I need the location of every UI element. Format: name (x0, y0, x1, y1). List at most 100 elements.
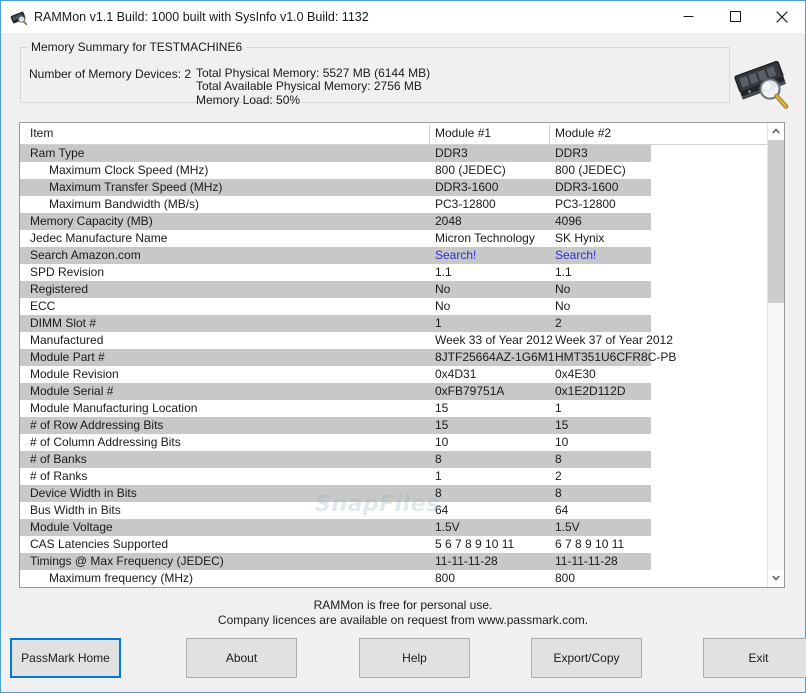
help-button[interactable]: Help (359, 638, 470, 678)
cell-item: Maximum frequency (MHz) (49, 571, 194, 585)
table-row[interactable]: Timings @ Max Frequency (JEDEC) 11-11-11-… (20, 553, 768, 570)
cell-module-1: 1 (435, 469, 442, 483)
table-row[interactable]: Ram Type DDR3 DDR3 (20, 145, 768, 162)
table-row[interactable]: Maximum frequency (MHz) 800 800 (20, 570, 768, 587)
table-row[interactable]: Maximum Bandwidth (MB/s) PC3-12800 PC3-128… (20, 196, 768, 213)
cell-module-1: 15 (435, 401, 449, 415)
cell-module-2: 15 (555, 418, 569, 432)
table-row[interactable]: # of Row Addressing Bits 15 15 (20, 417, 768, 434)
cell-item: SPD Revision (30, 265, 105, 279)
table-row[interactable]: Maximum Clock Speed (MHz) 800 (JEDEC) 800 … (20, 162, 768, 179)
cell-item: Bus Width in Bits (30, 503, 121, 517)
ram-module-magnifier-icon (731, 53, 795, 111)
cell-item: Jedec Manufacture Name (30, 231, 168, 245)
cell-module-1: DDR3 (435, 146, 468, 160)
cell-module-2-search-link[interactable]: Search! (555, 247, 596, 264)
total-physical-memory: Total Physical Memory: 5527 MB (6144 MB) (196, 66, 431, 80)
scrollbar-track[interactable] (768, 140, 784, 570)
exit-button[interactable]: Exit (703, 638, 806, 678)
cell-item: Ram Type (30, 146, 85, 160)
table-header-row: Item Module #1 Module #2 (20, 123, 768, 145)
minimize-button[interactable] (665, 1, 711, 32)
cell-item: CAS Latencies Supported (30, 537, 169, 551)
passmark-home-button[interactable]: PassMark Home (10, 638, 121, 678)
footer-line-2: Company licences are available on reques… (217, 613, 589, 627)
memory-summary-legend: Memory Summary for TESTMACHINE6 (27, 40, 247, 54)
maximize-button[interactable] (712, 1, 758, 32)
cell-item: Module Manufacturing Location (30, 401, 198, 415)
table-row[interactable]: Module Revision 0x4D31 0x4E30 (20, 366, 768, 383)
cell-module-2: No (555, 282, 571, 296)
export-copy-button[interactable]: Export/Copy (531, 638, 642, 678)
header-separator (429, 125, 430, 144)
cell-module-2: 800 (JEDEC) (555, 163, 626, 177)
table-row[interactable]: Module Serial # 0xFB79751A 0x1E2D112D (20, 383, 768, 400)
header-separator (549, 125, 550, 144)
scroll-down-button[interactable] (768, 570, 784, 587)
close-icon (776, 10, 788, 23)
cell-module-2: 8 (555, 486, 562, 500)
cell-module-2: SK Hynix (555, 231, 605, 245)
about-button[interactable]: About (186, 638, 297, 678)
cell-item: Maximum Transfer Speed (MHz) (49, 180, 223, 194)
cell-module-1: 8JTF25664AZ-1G6M1 (435, 350, 555, 364)
table-row[interactable]: Module Voltage 1.5V 1.5V (20, 519, 768, 536)
table-row[interactable]: Module Part # 8JTF25664AZ-1G6M1 HMT351U6CF… (20, 349, 768, 366)
scrollbar-thumb[interactable] (768, 140, 784, 303)
cell-module-1: 2048 (435, 214, 462, 228)
cell-module-1: Week 33 of Year 2012 (435, 333, 553, 347)
cell-module-1: No (435, 282, 451, 296)
table-row[interactable]: Jedec Manufacture Name Micron Technology S… (20, 230, 768, 247)
cell-module-2: 1 (555, 401, 562, 415)
chevron-down-icon (772, 575, 780, 581)
maximize-icon (729, 11, 741, 22)
cell-item: # of Row Addressing Bits (30, 418, 164, 432)
cell-module-1: No (435, 299, 451, 313)
table-row[interactable]: SPD Revision 1.1 1.1 (20, 264, 768, 281)
table-row[interactable]: Device Width in Bits 8 8 (20, 485, 768, 502)
cell-module-1: 15 (435, 418, 449, 432)
cell-module-2: 11-11-11-28 (555, 554, 618, 568)
vertical-scrollbar[interactable] (767, 123, 784, 587)
cell-item: Module Serial # (30, 384, 114, 398)
table-row[interactable]: Manufactured Week 33 of Year 2012 Week 37 … (20, 332, 768, 349)
cell-item: DIMM Slot # (30, 316, 97, 330)
cell-module-2: 10 (555, 435, 569, 449)
table-row[interactable]: Memory Capacity (MB) 2048 4096 (20, 213, 768, 230)
cell-module-1: Micron Technology (435, 231, 535, 245)
table-row[interactable]: # of Column Addressing Bits 10 10 (20, 434, 768, 451)
table-row[interactable]: Search Amazon.com Search! Search! (20, 247, 768, 264)
cell-module-2: 2 (555, 316, 562, 330)
table-row[interactable]: Maximum Transfer Speed (MHz) DDR3-1600 DDR… (20, 179, 768, 196)
cell-item: Maximum Clock Speed (MHz) (49, 163, 209, 177)
scroll-up-button[interactable] (768, 123, 784, 140)
table-row[interactable]: Bus Width in Bits 64 64 (20, 502, 768, 519)
table-row[interactable]: Module Manufacturing Location 15 1 (20, 400, 768, 417)
table-row[interactable]: DIMM Slot # 1 2 (20, 315, 768, 332)
column-header-module-1[interactable]: Module #1 (435, 123, 491, 144)
table-row[interactable]: CAS Latencies Supported 5 6 7 8 9 10 11 6 … (20, 536, 768, 553)
column-header-module-2[interactable]: Module #2 (555, 123, 611, 144)
cell-module-2: 4096 (555, 214, 582, 228)
cell-item: # of Banks (30, 452, 87, 466)
table-row[interactable]: # of Banks 8 8 (20, 451, 768, 468)
memory-device-count: Number of Memory Devices: 2 (29, 67, 192, 81)
cell-module-2: Week 37 of Year 2012 (555, 333, 673, 347)
cell-item: ECC (30, 299, 56, 313)
cell-module-1: PC3-12800 (435, 197, 496, 211)
cell-module-1: 64 (435, 503, 449, 517)
column-header-item[interactable]: Item (30, 123, 53, 144)
cell-module-2: 1.1 (555, 265, 572, 279)
footer-notice: RAMMon is free for personal use. Company… (1, 598, 805, 628)
table-row[interactable]: ECC No No (20, 298, 768, 315)
cell-module-1-search-link[interactable]: Search! (435, 247, 476, 264)
cell-module-2: 64 (555, 503, 569, 517)
cell-module-2: 0x4E30 (555, 367, 596, 381)
cell-item: Registered (30, 282, 89, 296)
table-row[interactable]: # of Ranks 1 2 (20, 468, 768, 485)
close-button[interactable] (759, 1, 805, 32)
cell-module-2: 0x1E2D112D (555, 384, 626, 398)
table-row[interactable]: Registered No No (20, 281, 768, 298)
cell-module-2: 6 7 8 9 10 11 (555, 537, 625, 551)
cell-module-1: 8 (435, 452, 442, 466)
